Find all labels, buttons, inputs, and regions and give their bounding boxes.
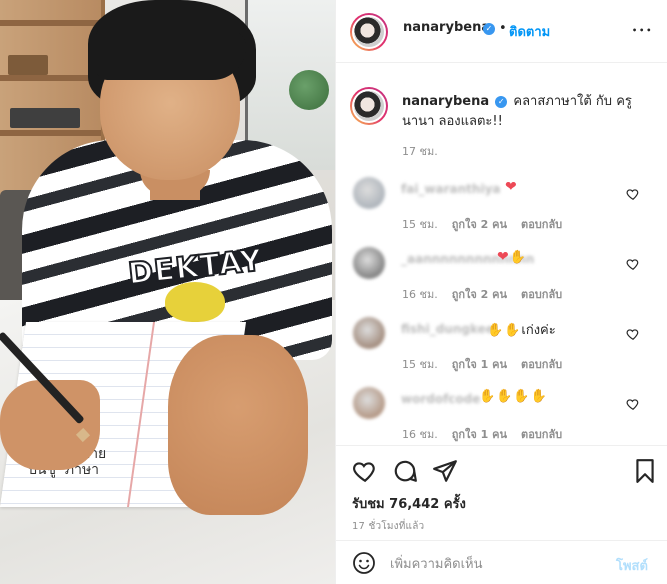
- author-avatar[interactable]: [350, 13, 388, 51]
- comment-row: wordofcode ✋✋✋✋ 16 ชม. ถูกใจ 1 คน ตอบกลับ: [336, 387, 667, 445]
- like-heart-icon[interactable]: [352, 458, 378, 484]
- right-hand: [168, 335, 308, 515]
- verified-badge-icon: ✓: [483, 23, 495, 35]
- plant: [289, 70, 329, 110]
- commenter-avatar[interactable]: [353, 317, 385, 349]
- comment-input[interactable]: [390, 554, 610, 574]
- comment-like-heart-icon[interactable]: [626, 187, 640, 201]
- reply-button[interactable]: ตอบกลับ: [521, 428, 562, 441]
- reply-button[interactable]: ตอบกลับ: [521, 288, 562, 301]
- comment-like-heart-icon[interactable]: [626, 397, 640, 411]
- follow-button[interactable]: ติดตาม: [509, 21, 550, 42]
- comment-meta: 15 ชม. ถูกใจ 2 คน ตอบกลับ: [402, 215, 576, 233]
- comment-like-heart-icon[interactable]: [626, 327, 640, 341]
- comment-like-heart-icon[interactable]: [626, 257, 640, 271]
- comment-text: ❤✋: [497, 249, 527, 265]
- post-video[interactable]: DEKTAY ภ = เซนกาย ปนชู ภาษา: [0, 0, 335, 584]
- verified-badge-icon: ✓: [495, 95, 508, 108]
- comment-time[interactable]: 15 ชม.: [402, 358, 438, 371]
- comment-row: fai_waranthiya ❤ 15 ชม. ถูกใจ 2 คน ตอบกลับ: [336, 177, 667, 247]
- save-bookmark-icon[interactable]: [632, 458, 658, 484]
- reply-button[interactable]: ตอบกลับ: [521, 358, 562, 371]
- caption: nanarybena ✓ คลาสภาษาใต้ กับ ครูนานา ลอง…: [402, 92, 652, 132]
- clapping-hands-emoji-icon: ✋: [530, 389, 547, 404]
- reply-button[interactable]: ตอบกลับ: [521, 218, 562, 231]
- red-heart-emoji-icon: ❤: [505, 179, 517, 195]
- more-options-icon[interactable]: •••: [632, 26, 653, 36]
- caption-username[interactable]: nanarybena: [402, 94, 489, 109]
- author-username[interactable]: nanarybena: [403, 20, 490, 35]
- post-timestamp[interactable]: 17 ชั่วโมงที่แล้ว: [352, 519, 424, 534]
- clapping-hands-emoji-icon: ✋: [479, 389, 496, 404]
- commenter-username[interactable]: fai_waranthiya: [401, 182, 501, 196]
- commenter-avatar[interactable]: [353, 387, 385, 419]
- share-paper-plane-icon[interactable]: [432, 458, 458, 484]
- caption-avatar[interactable]: [350, 87, 388, 125]
- separator-dot: •: [499, 21, 507, 36]
- clapping-hands-emoji-icon: ✋: [513, 389, 530, 404]
- comment-row: _aannnnnnnnnnnnn ❤✋ 16 ชม. ถูกใจ 2 คน ตอบกลั…: [336, 247, 667, 317]
- caption-time: 17 ชม.: [402, 145, 438, 158]
- comment-bubble-icon[interactable]: [392, 458, 418, 484]
- commenter-username[interactable]: wordofcode: [401, 392, 480, 406]
- commenter-avatar[interactable]: [353, 247, 385, 279]
- comment-meta: 16 ชม. ถูกใจ 2 คน ตอบกลับ: [402, 285, 576, 303]
- commenter-avatar[interactable]: [353, 177, 385, 209]
- clapping-hands-emoji-icon: ✋: [496, 389, 513, 404]
- clapping-hands-emoji-icon: ✋: [487, 323, 504, 338]
- comment-row: fishi_dungkee ✋✋เก่งค่ะ 15 ชม. ถูกใจ 1 คน ตอ…: [336, 317, 667, 387]
- comment-meta: 16 ชม. ถูกใจ 1 คน ตอบกลับ: [402, 425, 576, 443]
- comment-time[interactable]: 15 ชม.: [402, 218, 438, 231]
- comment-body: เก่งค่ะ: [521, 323, 556, 338]
- post-header: nanarybena ✓ • ติดตาม •••: [336, 0, 667, 63]
- add-comment-bar: โพสต์: [336, 540, 667, 584]
- comment-like-count[interactable]: ถูกใจ 2 คน: [452, 218, 507, 231]
- commenter-username[interactable]: fishi_dungkee: [401, 322, 494, 336]
- comment-meta: 15 ชม. ถูกใจ 1 คน ตอบกลับ: [402, 355, 576, 373]
- comment-time[interactable]: 16 ชม.: [402, 288, 438, 301]
- comment-like-count[interactable]: ถูกใจ 1 คน: [452, 358, 507, 371]
- comment-text: ✋✋เก่งค่ะ: [487, 319, 556, 340]
- comments-list[interactable]: nanarybena ✓ คลาสภาษาใต้ กับ ครูนานา ลอง…: [336, 63, 667, 445]
- clapping-hands-emoji-icon: ✋: [504, 323, 521, 338]
- comment-text: ✋✋✋✋: [479, 389, 548, 404]
- comment-time[interactable]: 16 ชม.: [402, 428, 438, 441]
- comment-text: ❤: [505, 179, 518, 195]
- smiley-print: [165, 282, 225, 322]
- comment-like-count[interactable]: ถูกใจ 2 คน: [452, 288, 507, 301]
- comment-like-count[interactable]: ถูกใจ 1 คน: [452, 428, 507, 441]
- post-comment-button[interactable]: โพสต์: [616, 555, 648, 576]
- red-heart-emoji-icon: ❤: [497, 249, 509, 265]
- emoji-smiley-icon[interactable]: [352, 551, 376, 575]
- view-count[interactable]: รับชม 76,442 ครั้ง: [352, 493, 466, 514]
- post-panel: nanarybena ✓ • ติดตาม ••• nanarybena ✓ ค…: [335, 0, 667, 584]
- post-actions: รับชม 76,442 ครั้ง 17 ชั่วโมงที่แล้ว: [336, 445, 667, 540]
- clapping-hands-emoji-icon: ✋: [509, 250, 526, 265]
